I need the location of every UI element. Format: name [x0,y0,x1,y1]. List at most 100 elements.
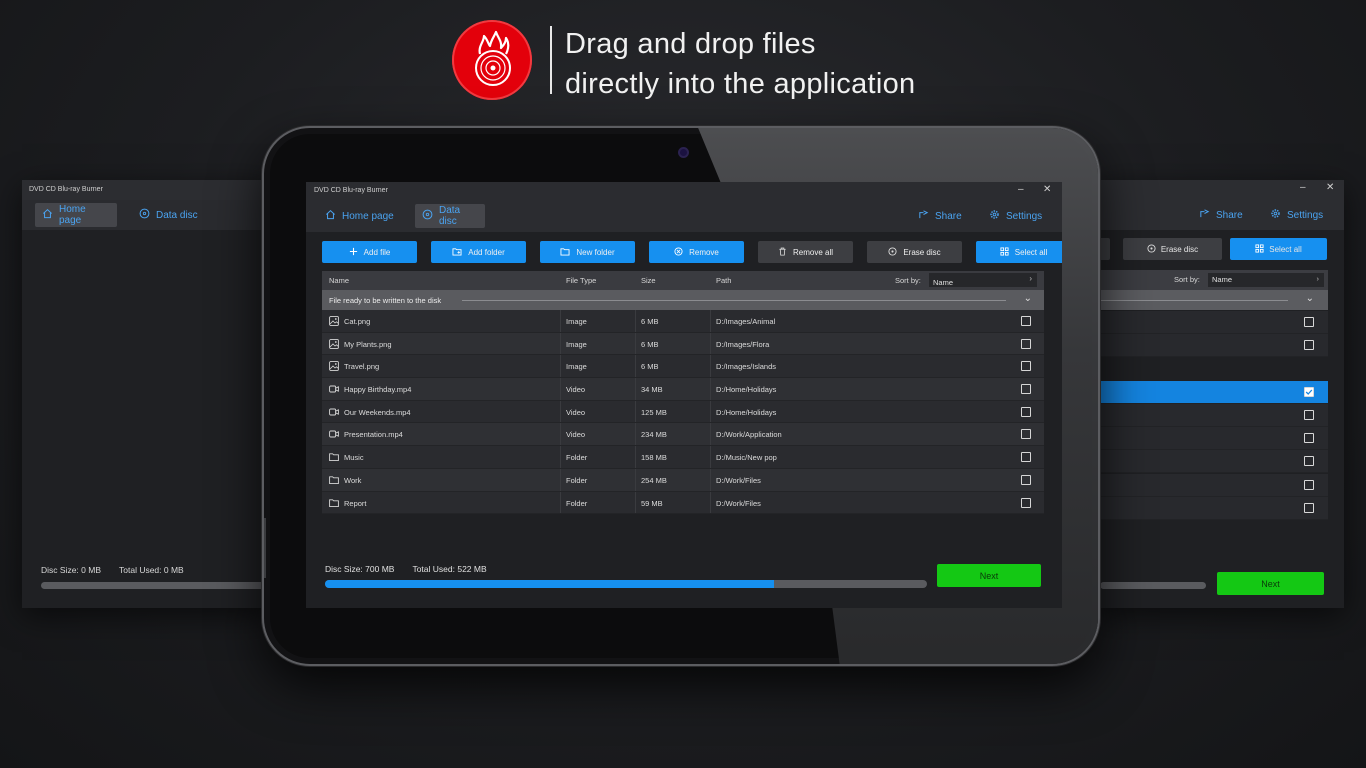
settings-button[interactable]: Settings [1263,203,1330,227]
image-icon [329,338,339,349]
column-separator [560,400,561,423]
row-checkbox[interactable] [1021,474,1031,485]
nav-home-page[interactable]: Home page [318,204,401,228]
next-label: Next [1261,578,1280,589]
video-icon [329,407,339,417]
column-separator [635,332,636,355]
row-checkbox[interactable] [1304,433,1314,443]
column-separator [710,310,711,332]
row-checkbox[interactable] [1304,340,1314,350]
settings-button[interactable]: Settings [982,204,1049,228]
cell-path: D:/Music/New pop [716,453,777,463]
disc-stats: Disc Size: 700 MB Total Used: 522 MB [325,564,487,574]
column-separator [635,423,636,446]
row-checkbox[interactable] [1304,456,1314,466]
chevron-down-icon[interactable]: ⌄ [1306,293,1314,304]
row-checkbox[interactable] [1021,406,1031,417]
list-row[interactable] [1100,334,1328,357]
list-row[interactable] [1100,404,1328,427]
table-row[interactable]: Our Weekends.mp4 Video 125 MB D:/Home/Holid… [322,400,1044,424]
select-all-button[interactable]: Select all [976,241,1062,263]
cell-path: D:/Images/Islands [716,362,777,372]
erase-icon [1147,243,1156,255]
share-button[interactable]: Share [911,204,969,228]
row-checkbox[interactable] [1021,338,1031,349]
remove-all-button[interactable]: Remove all [758,241,853,263]
cell-size: 158 MB [641,453,667,463]
row-checkbox[interactable] [1021,429,1031,440]
close-icon[interactable]: ✕ [1326,182,1334,193]
add-file-button[interactable]: Add file [322,241,417,263]
column-path[interactable]: Path [716,276,731,285]
column-size[interactable]: Size [641,276,656,285]
sort-select[interactable]: Name › [1208,273,1324,287]
row-checkbox[interactable] [1021,452,1031,463]
column-separator [710,423,711,446]
table-row[interactable]: Presentation.mp4 Video 234 MB D:/Work/Appli… [322,423,1044,447]
erase-disc-button[interactable]: Erase disc [1123,238,1222,260]
share-button[interactable]: Share [1192,203,1250,227]
group-header: File ready to be written to the disk ⌄ [322,290,1044,310]
row-checkbox[interactable] [1021,316,1031,326]
column-name[interactable]: Name [329,276,349,285]
remove-label: Remove [689,247,719,257]
minimize-icon[interactable]: – [1018,184,1024,195]
row-checkbox[interactable] [1021,497,1031,508]
folder-icon [329,498,339,508]
next-button[interactable]: Next [1217,572,1324,595]
cell-path: D:/Images/Animal [716,317,776,326]
nav-data-disc[interactable]: Data disc [132,203,205,227]
row-checkbox[interactable] [1304,410,1314,420]
video-icon [329,384,339,394]
list-row[interactable] [1100,497,1328,520]
row-checkbox[interactable] [1304,480,1314,490]
table-row[interactable]: Travel.png Image 6 MB D:/Images/Islands [322,355,1044,379]
cell-name: Travel.png [344,362,380,372]
table-row[interactable]: Music Folder 158 MB D:/Music/New pop [322,446,1044,469]
chevron-right-icon: › [1029,274,1032,283]
table-row[interactable]: Cat.png Image 6 MB D:/Images/Animal [322,310,1044,333]
group-label: File ready to be written to the disk [329,296,442,305]
new-folder-button[interactable]: New folder [540,241,635,263]
select-all-label: Select all [1014,247,1048,257]
list-row[interactable] [1100,474,1328,497]
list-row[interactable] [1100,450,1328,473]
sort-select[interactable]: Name › [929,273,1037,287]
image-icon [329,361,339,372]
disc-stats: Disc Size: 0 MB Total Used: 0 MB [41,565,184,575]
column-file-type[interactable]: File Type [566,276,596,285]
chevron-down-icon[interactable]: ⌄ [1024,293,1032,304]
row-checkbox[interactable] [1021,361,1031,372]
remove-button[interactable]: Remove [649,241,744,263]
minimize-icon[interactable]: – [1300,182,1306,193]
column-separator [710,446,711,468]
nav-home-page[interactable]: Home page [35,203,117,227]
next-label: Next [979,570,999,581]
hero-line-2: directly into the application [565,68,916,100]
list-row-selected[interactable] [1100,381,1328,404]
select-all-button[interactable]: Select all [1230,238,1327,260]
navbar: Home page Data disc Share Settings [306,200,1062,232]
table-row[interactable]: Report Folder 59 MB D:/Work/Files [322,491,1044,515]
column-separator [635,468,636,491]
row-checkbox[interactable] [1021,384,1031,395]
erase-disc-button[interactable]: Erase disc [867,241,962,263]
list-row[interactable] [1100,427,1328,450]
table-row[interactable]: Work Folder 254 MB D:/Work/Files [322,468,1044,492]
cell-name: Our Weekends.mp4 [344,407,411,417]
group-divider [462,300,1006,301]
close-icon[interactable]: ✕ [1043,184,1051,195]
disc-size: Disc Size: 700 MB [325,564,395,574]
row-checkbox[interactable] [1304,503,1314,513]
table-row[interactable]: My Plants.png Image 6 MB D:/Images/Flora [322,332,1044,356]
add-folder-button[interactable]: Add folder [431,241,526,263]
add-folder-label: Add folder [468,247,505,257]
nav-data-disc[interactable]: Data disc [415,204,485,228]
next-button[interactable]: Next [937,564,1041,587]
erase-disc-label: Erase disc [903,247,941,257]
list-row[interactable] [1100,311,1328,334]
row-checkbox[interactable] [1304,317,1314,327]
row-checkbox-checked[interactable] [1304,387,1314,397]
nav-label: Data disc [439,205,461,227]
table-row[interactable]: Happy Birthday.mp4 Video 34 MB D:/Home/Holi… [322,378,1044,401]
